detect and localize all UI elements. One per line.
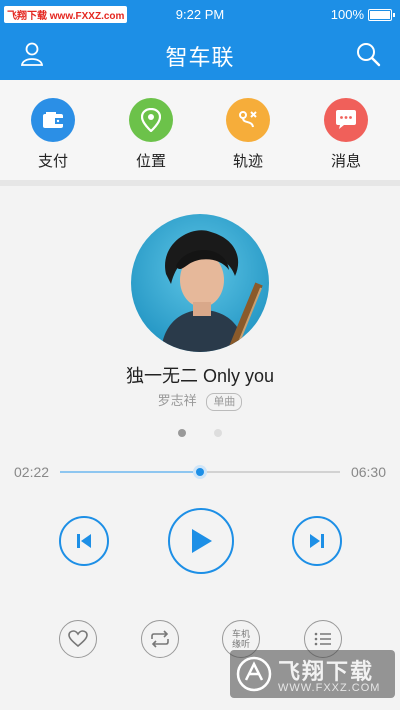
app-title: 智车联 [165, 45, 235, 70]
battery-indicator: 100% [330, 7, 395, 22]
current-time: 02:22 [14, 464, 50, 480]
shortcut-label: 位置 [135, 153, 166, 170]
watermark-logo-icon [236, 656, 272, 692]
shortcut-label: 消息 [330, 153, 361, 170]
car-listen-label: 车机 缘听 [231, 629, 250, 649]
shortcut-bar: 支付 位置 轨迹 消息 [0, 80, 400, 186]
battery-icon [368, 8, 395, 21]
page-indicator [0, 424, 400, 442]
app-header: 智车联 [0, 28, 400, 80]
page-dot[interactable] [214, 429, 223, 437]
favorite-button[interactable] [59, 620, 97, 658]
progress-thumb[interactable] [193, 465, 207, 479]
artist-name[interactable]: 罗志祥 [158, 393, 197, 408]
play-button[interactable] [168, 508, 234, 574]
track-icon [226, 98, 270, 142]
repeat-button[interactable] [141, 620, 179, 658]
search-icon[interactable] [354, 40, 382, 68]
shortcut-message[interactable]: 消息 [306, 98, 386, 171]
shortcut-label: 支付 [37, 153, 68, 170]
progress-slider[interactable] [60, 465, 340, 479]
watermark-url: WWW.FXXZ.COM [278, 682, 381, 694]
previous-button[interactable] [59, 516, 109, 566]
shortcut-location[interactable]: 位置 [111, 98, 191, 171]
song-title: 独一无二 Only you [125, 366, 275, 386]
next-button[interactable] [292, 516, 342, 566]
play-icon [192, 529, 212, 553]
shortcut-label: 轨迹 [232, 153, 263, 170]
progress-fill [60, 471, 200, 473]
location-pin-icon [129, 98, 173, 142]
repeat-icon [151, 630, 169, 648]
music-player: 独一无二 Only you 罗志祥 单曲 02:22 06:30 车机 缘听 [0, 186, 400, 710]
single-tag: 单曲 [206, 393, 243, 411]
page-dot-active[interactable] [177, 429, 186, 437]
artist-row: 罗志祥 单曲 [0, 390, 400, 411]
shortcut-track[interactable]: 轨迹 [208, 98, 288, 171]
skip-next-icon [310, 534, 324, 548]
list-icon [314, 632, 331, 646]
skip-previous-icon [77, 534, 91, 548]
message-icon [324, 98, 368, 142]
watermark: 飞翔下载 WWW.FXXZ.COM [230, 650, 395, 698]
wallet-icon [31, 98, 75, 142]
status-bar: 飞翔下载 www.FXXZ.com 9:22 PM 100% [0, 0, 400, 28]
total-time: 06:30 [350, 464, 386, 480]
heart-icon [68, 630, 88, 648]
battery-percent: 100% [330, 7, 364, 22]
album-art [131, 214, 269, 352]
shortcut-pay[interactable]: 支付 [13, 98, 93, 171]
